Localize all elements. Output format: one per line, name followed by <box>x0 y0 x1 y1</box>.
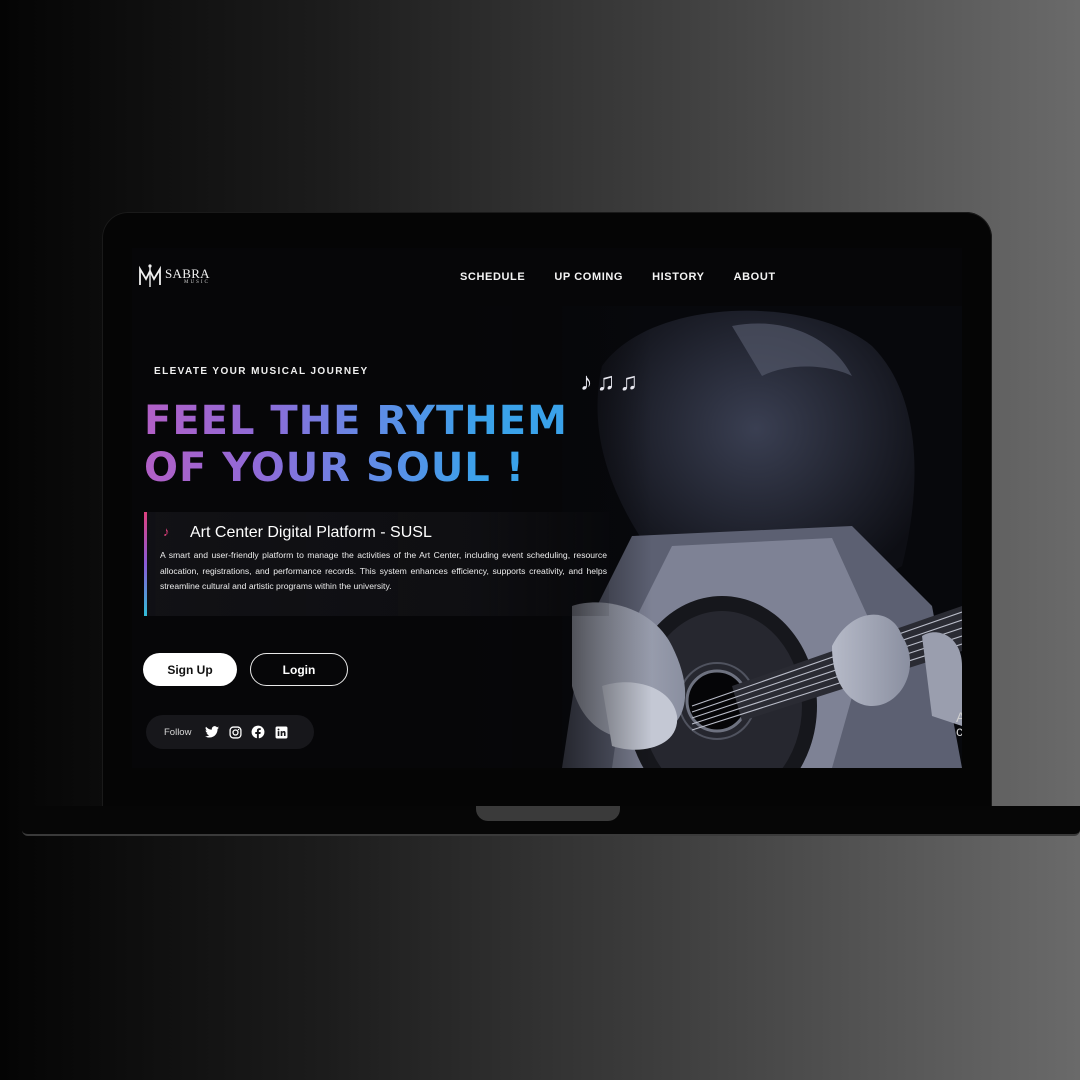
nav-upcoming[interactable]: UP COMING <box>554 271 623 283</box>
follow-label: Follow <box>164 726 192 738</box>
login-button[interactable]: Login <box>250 653 348 686</box>
platform-info-card: ♪ Art Center Digital Platform - SUSL A s… <box>144 512 609 616</box>
twitter-icon[interactable] <box>205 725 220 739</box>
laptop-notch <box>476 806 620 821</box>
linkedin-icon[interactable] <box>274 725 288 739</box>
headline-line-2: OF YOUR SOUL ! <box>144 445 525 491</box>
music-note-icon: ♪ <box>163 524 170 539</box>
instagram-icon[interactable] <box>228 725 242 739</box>
sabra-music-logo[interactable]: SABRA MUSIC <box>138 263 210 289</box>
hero-headline: FEEL THE RYTHEM OF YOUR SOUL ! <box>144 398 568 492</box>
platform-title: Art Center Digital Platform - SUSL <box>190 524 432 541</box>
logo-subtitle: MUSIC <box>184 280 210 285</box>
cropped-edge-glyph: Ac <box>956 709 962 739</box>
music-notes-icon: ♪♫♫ <box>580 368 642 396</box>
hero-eyebrow: ELEVATE YOUR MUSICAL JOURNEY <box>154 366 369 377</box>
logo-name: SABRA <box>165 266 210 281</box>
nav-history[interactable]: HISTORY <box>652 271 705 283</box>
sign-up-button[interactable]: Sign Up <box>143 653 237 686</box>
headline-line-1: FEEL THE RYTHEM <box>144 398 568 444</box>
nav-menu: SCHEDULE UP COMING HISTORY ABOUT <box>460 271 776 283</box>
top-navbar: SABRA MUSIC SCHEDULE UP COMING HISTORY A… <box>132 248 962 306</box>
logo-text: SABRA MUSIC <box>165 267 210 285</box>
logo-mark-icon <box>139 264 161 287</box>
laptop-screen: SABRA MUSIC SCHEDULE UP COMING HISTORY A… <box>132 248 962 768</box>
nav-schedule[interactable]: SCHEDULE <box>460 271 525 283</box>
nav-about[interactable]: ABOUT <box>734 271 776 283</box>
facebook-icon[interactable] <box>251 725 265 739</box>
social-follow-bar: Follow <box>146 715 314 749</box>
platform-description: A smart and user-friendly platform to ma… <box>160 550 607 591</box>
